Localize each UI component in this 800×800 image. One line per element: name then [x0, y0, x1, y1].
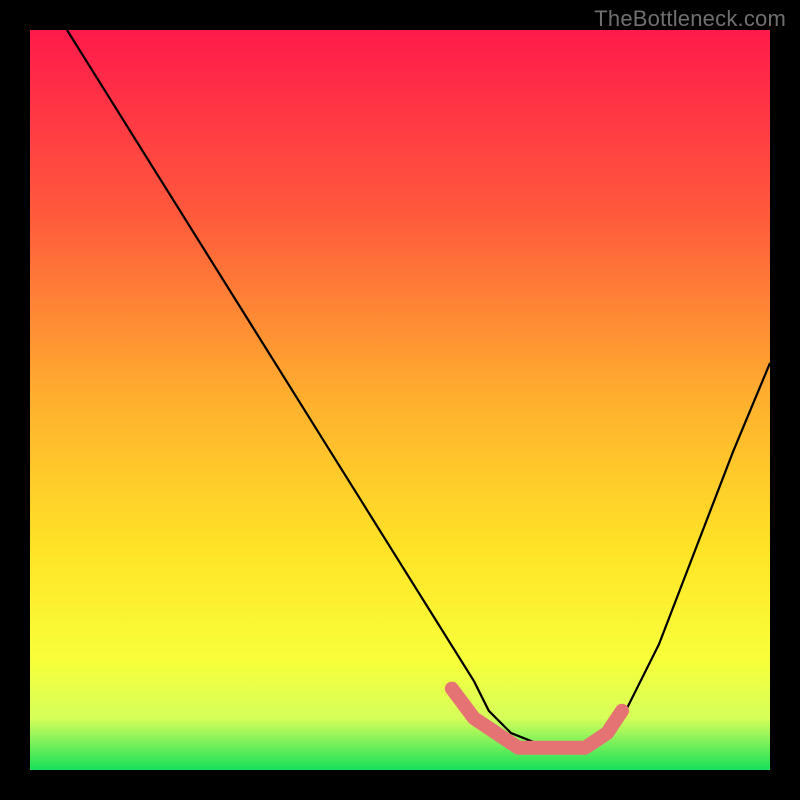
chart-stage: TheBottleneck.com: [0, 0, 800, 800]
bottleneck-chart: [0, 0, 800, 800]
watermark-text: TheBottleneck.com: [594, 6, 786, 32]
plot-background: [30, 30, 770, 770]
